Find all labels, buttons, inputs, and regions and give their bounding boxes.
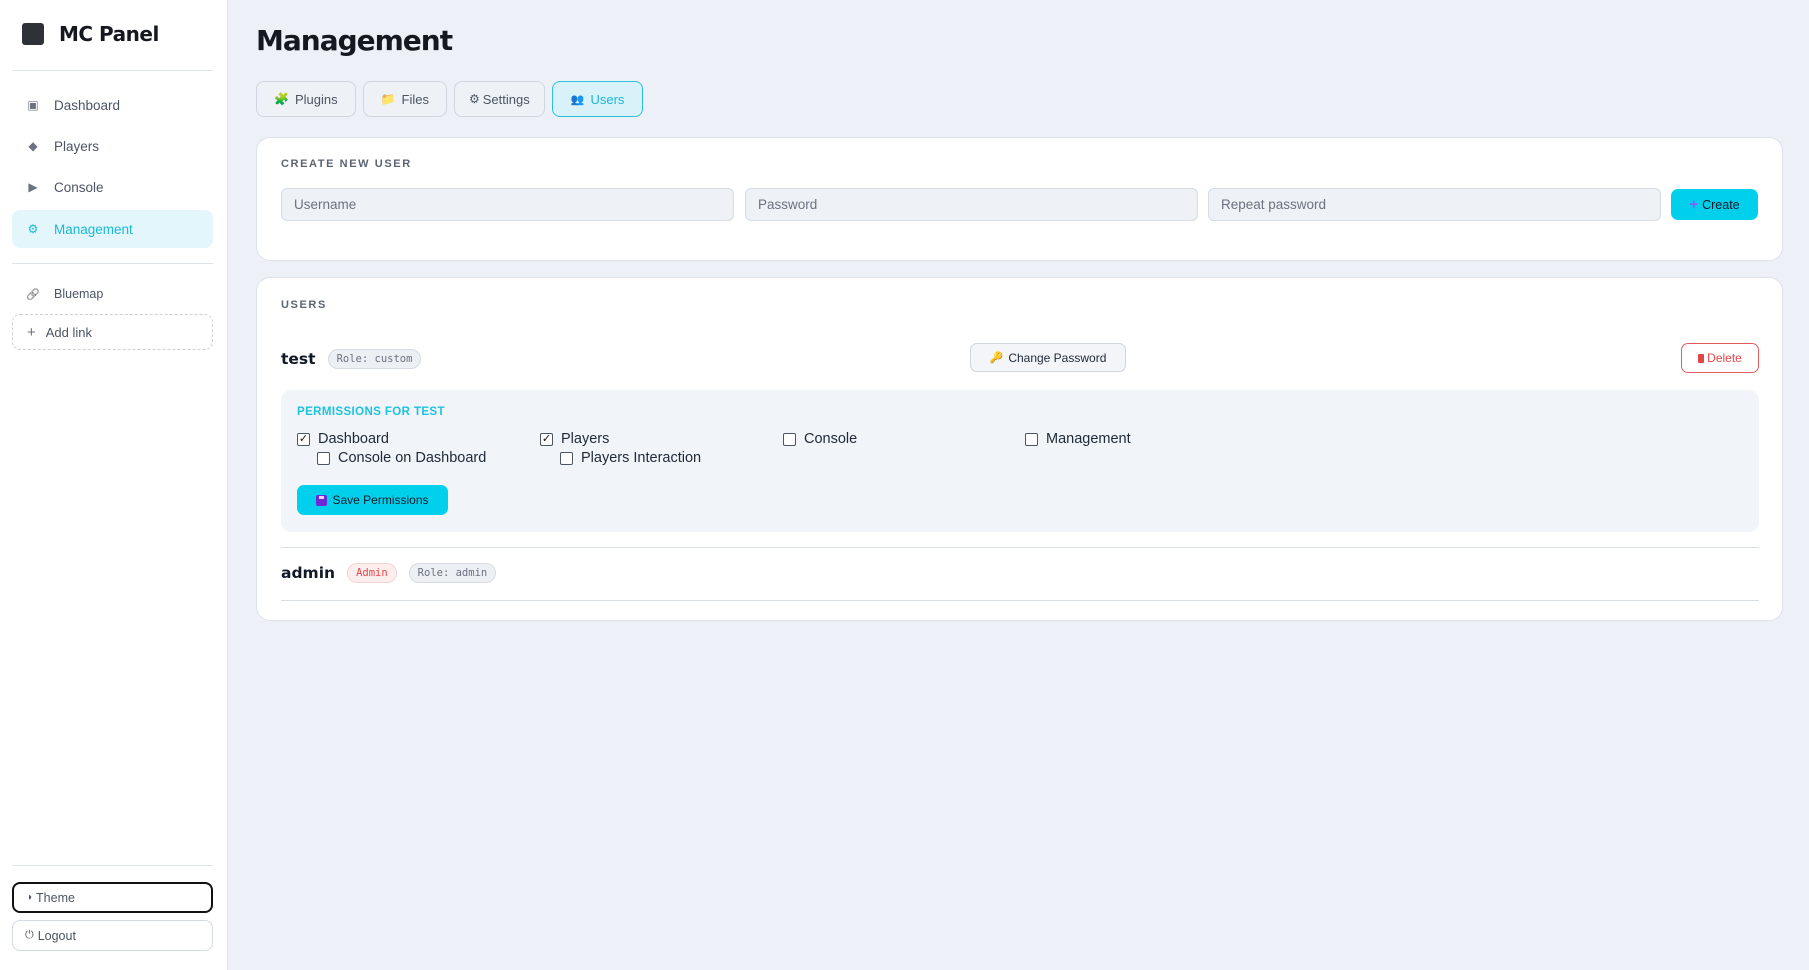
play-icon: ▶ <box>28 180 38 194</box>
checkbox-checked[interactable]: ✓ <box>540 432 553 446</box>
user-name: test <box>281 350 316 368</box>
trash-icon <box>1698 353 1705 363</box>
sidebar-item-label: Dashboard <box>54 97 121 113</box>
save-permissions-button[interactable]: Save Permissions <box>297 485 448 515</box>
permission-players[interactable]: ✓ Players <box>540 431 609 447</box>
role-badge: Role: custom <box>327 349 422 369</box>
role-badge: Role: admin <box>408 563 497 583</box>
users-card: USERS test Role: custom 🔑 Change Passwor… <box>256 277 1783 621</box>
username-input[interactable] <box>281 188 734 221</box>
change-password-button[interactable]: 🔑 Change Password <box>970 343 1126 372</box>
brand-name: MC Panel <box>59 22 159 46</box>
permission-label: Management <box>1046 431 1131 447</box>
checkbox[interactable] <box>560 451 573 465</box>
sidebar-link-label: Bluemap <box>54 287 104 301</box>
tab-settings[interactable]: ⚙ Settings <box>454 81 545 117</box>
row-divider <box>281 600 1759 601</box>
row-divider <box>281 547 1759 548</box>
brand[interactable]: MC Panel <box>22 22 159 46</box>
gear-icon: ⚙ <box>27 222 39 236</box>
tab-label: Plugins <box>294 91 338 107</box>
create-user-heading: CREATE NEW USER <box>281 158 412 170</box>
checkbox-checked[interactable]: ✓ <box>297 432 310 446</box>
page-title: Management <box>256 24 453 57</box>
save-permissions-label: Save Permissions <box>332 493 429 507</box>
dashboard-icon: ▣ <box>27 98 39 112</box>
checkbox[interactable] <box>783 432 796 446</box>
admin-badge: Admin <box>347 563 397 583</box>
plus-icon: + <box>27 323 36 341</box>
permission-label: Dashboard <box>318 431 389 447</box>
sidebar-link-bluemap[interactable]: 🔗 Bluemap <box>12 275 213 313</box>
gear-icon: ⚙ <box>469 92 480 106</box>
permission-label: Console <box>804 431 858 447</box>
puzzle-icon: 🧩 <box>274 92 289 106</box>
theme-label: Theme <box>36 890 75 905</box>
logout-button[interactable]: ⏻ Logout <box>12 920 213 951</box>
permission-label: Players <box>561 431 610 447</box>
checkbox[interactable] <box>317 451 330 465</box>
repeat-password-input[interactable] <box>1208 188 1661 221</box>
sidebar-item-label: Management <box>54 221 133 237</box>
tab-plugins[interactable]: 🧩 Plugins <box>256 81 356 117</box>
sidebar-item-dashboard[interactable]: ▣ Dashboard <box>12 86 213 124</box>
sidebar-item-players[interactable]: ◆ Players <box>12 127 213 165</box>
users-icon: 👥 <box>570 93 585 106</box>
sidebar-item-label: Players <box>54 138 100 154</box>
tab-label: Settings <box>482 91 530 107</box>
permission-label: Players Interaction <box>581 450 702 466</box>
user-row-test: test Role: custom <box>281 349 422 369</box>
permission-console-on-dashboard[interactable]: Console on Dashboard <box>317 450 486 466</box>
tab-bar: 🧩 Plugins 📁 Files ⚙ Settings 👥 Users <box>256 81 644 117</box>
tab-users[interactable]: 👥 Users <box>551 81 644 117</box>
permission-management[interactable]: Management <box>1025 431 1131 447</box>
sidebar-item-console[interactable]: ▶ Console <box>12 168 213 206</box>
sidebar-divider <box>12 865 213 866</box>
tab-label: Files <box>401 91 429 107</box>
permission-dashboard[interactable]: ✓ Dashboard <box>297 431 389 447</box>
floppy-disk-icon <box>316 494 328 506</box>
sidebar: MC Panel ▣ Dashboard ◆ Players ▶ Console… <box>0 0 228 970</box>
permission-console[interactable]: Console <box>783 431 857 447</box>
link-icon: 🔗 <box>26 288 40 301</box>
logo-icon <box>22 23 44 45</box>
user-name: admin <box>281 564 336 582</box>
create-button[interactable]: + Create <box>1671 189 1758 220</box>
key-icon: 🔑 <box>989 352 1004 364</box>
sidebar-divider <box>12 70 213 71</box>
user-row-admin: admin Admin Role: admin <box>281 563 497 583</box>
sidebar-item-label: Console <box>54 179 104 195</box>
theme-button[interactable]: ◑ Theme <box>12 882 213 913</box>
tab-label: Users <box>590 91 625 107</box>
sidebar-item-management[interactable]: ⚙ Management <box>12 210 213 248</box>
power-icon: ⏻ <box>25 929 34 941</box>
create-user-card: CREATE NEW USER + Create <box>256 137 1783 261</box>
permissions-panel: PERMISSIONS FOR TEST ✓ Dashboard Console… <box>281 390 1759 532</box>
diamond-icon: ◆ <box>28 139 38 153</box>
folder-icon: 📁 <box>380 92 396 106</box>
change-password-label: Change Password <box>1008 350 1107 365</box>
add-link-label: Add link <box>45 324 93 340</box>
users-heading: USERS <box>281 299 327 311</box>
logout-label: Logout <box>37 928 76 943</box>
add-link-button[interactable]: + Add link <box>12 314 213 350</box>
plus-icon: + <box>1689 196 1699 213</box>
password-input[interactable] <box>745 188 1198 221</box>
permissions-title: PERMISSIONS FOR TEST <box>297 406 445 418</box>
create-label: Create <box>1702 197 1740 212</box>
permission-label: Console on Dashboard <box>338 450 487 466</box>
delete-user-button[interactable]: Delete <box>1681 343 1759 373</box>
checkbox[interactable] <box>1025 432 1038 446</box>
theme-icon: ◑ <box>26 892 33 903</box>
permission-players-interaction[interactable]: Players Interaction <box>560 450 701 466</box>
delete-label: Delete <box>1707 351 1742 365</box>
tab-files[interactable]: 📁 Files <box>362 81 447 117</box>
sidebar-divider <box>12 263 213 264</box>
